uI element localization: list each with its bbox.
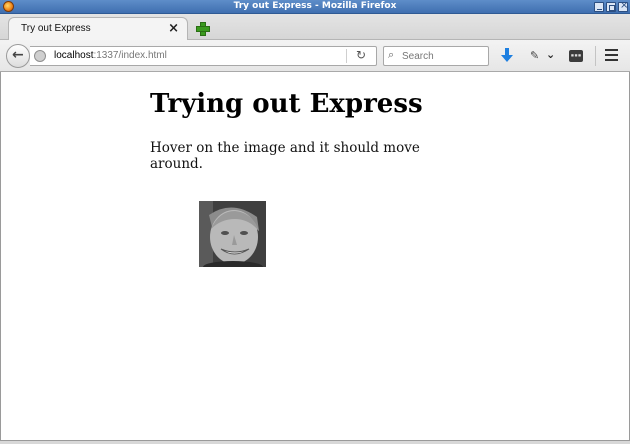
minimize-button[interactable]	[594, 2, 604, 12]
close-icon[interactable]: ×	[168, 21, 179, 36]
url-text[interactable]: localhost:1337/index.html	[54, 50, 167, 61]
navigation-toolbar: localhost:1337/index.html ↻ ← ⌕ ✎ ⌄ ▪▪▪	[0, 40, 630, 72]
hamburger-menu-icon[interactable]	[605, 49, 618, 61]
person-photo-image	[199, 201, 266, 267]
window-title: Try out Express - Mozilla Firefox	[233, 1, 397, 11]
new-tab-plus-icon[interactable]	[196, 22, 210, 36]
page-content: Trying out Express Hover on the image an…	[0, 73, 630, 441]
tab-label: Try out Express	[21, 23, 91, 34]
tab-try-out-express[interactable]: Try out Express ×	[8, 17, 188, 41]
search-input[interactable]	[402, 49, 486, 63]
tab-strip: Try out Express ×	[0, 14, 630, 41]
window-close-button[interactable]	[618, 0, 628, 12]
window-titlebar: Try out Express - Mozilla Firefox	[0, 0, 630, 14]
hover-photo[interactable]	[199, 201, 266, 267]
developer-toolbar-icon[interactable]: ▪▪▪	[569, 50, 583, 62]
maximize-button[interactable]	[606, 2, 616, 12]
page-heading: Trying out Express	[150, 89, 423, 119]
download-icon[interactable]	[500, 48, 514, 64]
search-icon: ⌕	[388, 48, 395, 61]
url-path: :1337/index.html	[93, 50, 167, 61]
url-divider	[346, 49, 347, 63]
window-left-border	[0, 72, 1, 440]
window-bottom-border	[0, 440, 630, 444]
back-button[interactable]: ←	[6, 44, 30, 68]
chevron-down-icon[interactable]: ⌄	[546, 48, 555, 61]
back-arrow-icon: ←	[12, 47, 24, 63]
toolbar-divider	[595, 46, 596, 66]
page-description: Hover on the image and it should move ar…	[150, 140, 420, 172]
search-box[interactable]: ⌕	[383, 46, 489, 66]
url-host: localhost	[54, 50, 94, 61]
site-identity-globe-icon[interactable]	[34, 50, 46, 62]
url-bar[interactable]: localhost:1337/index.html ↻	[30, 46, 377, 66]
reload-icon[interactable]: ↻	[356, 48, 366, 62]
addon-icon[interactable]: ✎	[530, 49, 539, 62]
